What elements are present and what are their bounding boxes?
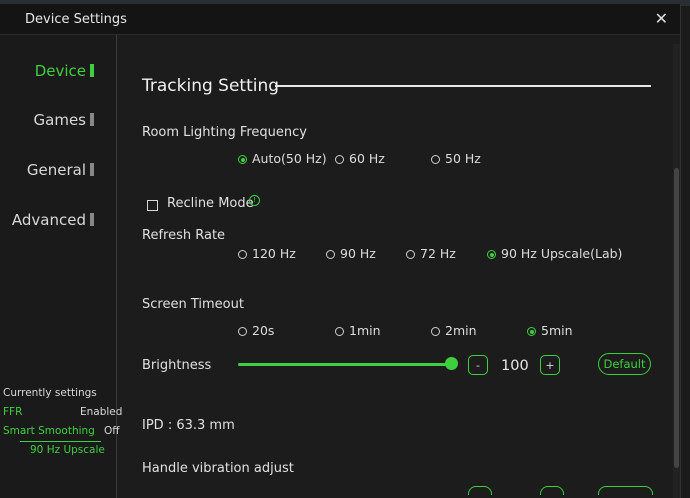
radio-label: 120 Hz (252, 246, 296, 261)
section-title: Tracking Setting (142, 76, 280, 96)
brightness-label: Brightness (142, 358, 212, 373)
radio-label: 20s (252, 323, 275, 338)
radio-label: 1min (349, 323, 381, 338)
device-settings-dialog: Device Settings ✕ Device Games General A… (0, 4, 681, 498)
radio-label: 5min (541, 323, 573, 338)
scrollbar-thumb[interactable] (674, 168, 679, 468)
radio-72hz[interactable]: 72 Hz (406, 246, 456, 261)
radio-label: 60 Hz (349, 151, 385, 166)
sidebar-item-label: General (26, 161, 86, 179)
radio-label: 50 Hz (445, 151, 481, 166)
active-indicator-icon (90, 64, 94, 77)
brightness-slider[interactable] (238, 363, 452, 366)
radio-selected-icon (487, 250, 496, 259)
hidden-button-edge[interactable] (468, 486, 492, 495)
title-bar: Device Settings ✕ (0, 4, 680, 35)
radio-1min[interactable]: 1min (335, 323, 381, 338)
current-ffr-name: FFR (3, 406, 23, 418)
radio-5min[interactable]: 5min (527, 323, 573, 338)
info-icon[interactable]: ! (249, 195, 260, 206)
brightness-value: 100 (501, 358, 529, 374)
screen-timeout-label: Screen Timeout (142, 297, 244, 312)
radio-icon (238, 250, 247, 259)
radio-selected-icon (238, 155, 247, 164)
ipd-readout: IPD : 63.3 mm (142, 418, 235, 433)
current-refresh-value: 90 Hz Upscale (30, 444, 105, 456)
radio-90hz-upscale[interactable]: 90 Hz Upscale(Lab) (487, 246, 622, 261)
section-divider (275, 85, 651, 87)
radio-20s[interactable]: 20s (238, 323, 274, 338)
radio-50hz[interactable]: 50 Hz (431, 151, 481, 166)
close-icon[interactable]: ✕ (655, 9, 668, 28)
indicator-icon (90, 113, 94, 126)
radio-icon (431, 327, 440, 336)
radio-auto-50hz[interactable]: Auto(50 Hz) (238, 151, 327, 166)
indicator-icon (90, 163, 94, 176)
radio-120hz[interactable]: 120 Hz (238, 246, 296, 261)
radio-label: 90 Hz Upscale(Lab) (501, 246, 623, 261)
radio-selected-icon (527, 327, 536, 336)
current-settings-heading: Currently settings (3, 387, 97, 399)
room-lighting-label: Room Lighting Frequency (142, 125, 307, 140)
window-title: Device Settings (25, 12, 127, 27)
radio-icon (335, 327, 344, 336)
radio-2min[interactable]: 2min (431, 323, 477, 338)
indicator-icon (90, 213, 94, 226)
radio-label: 90 Hz (340, 246, 376, 261)
radio-60hz[interactable]: 60 Hz (335, 151, 385, 166)
radio-label: Auto(50 Hz) (252, 151, 327, 166)
refresh-rate-label: Refresh Rate (142, 228, 226, 243)
radio-icon (335, 155, 344, 164)
sidebar-item-games[interactable]: Games (34, 111, 94, 129)
recline-mode-label: Recline Mode (167, 196, 254, 211)
current-smoothing-name: Smart Smoothing (3, 425, 95, 437)
sidebar-item-advanced[interactable]: Advanced (12, 211, 94, 229)
sidebar-item-label: Games (33, 111, 86, 129)
radio-icon (431, 155, 440, 164)
brightness-increase-button[interactable]: + (540, 355, 560, 375)
divider (20, 441, 101, 442)
sidebar: Device Games General Advanced Currently … (0, 35, 122, 498)
brightness-decrease-button[interactable]: - (468, 355, 488, 375)
sidebar-item-label: Device (34, 62, 86, 80)
default-button[interactable]: Default (598, 353, 651, 375)
radio-icon (406, 250, 415, 259)
radio-label: 2min (445, 323, 477, 338)
sidebar-item-label: Advanced (11, 211, 86, 229)
settings-panel: Tracking Setting Room Lighting Frequency… (117, 35, 672, 498)
handle-vibration-label: Handle vibration adjust (142, 461, 294, 476)
radio-icon (326, 250, 335, 259)
scrollbar[interactable] (673, 44, 680, 498)
hidden-button-edge[interactable] (598, 486, 653, 495)
radio-label: 72 Hz (420, 246, 456, 261)
brightness-slider-thumb[interactable] (445, 357, 458, 370)
radio-icon (238, 327, 247, 336)
sidebar-item-device[interactable]: Device (35, 62, 94, 80)
recline-mode-checkbox[interactable] (147, 200, 158, 211)
radio-90hz[interactable]: 90 Hz (326, 246, 376, 261)
hidden-button-edge[interactable] (540, 486, 564, 495)
sidebar-item-general[interactable]: General (27, 161, 94, 179)
